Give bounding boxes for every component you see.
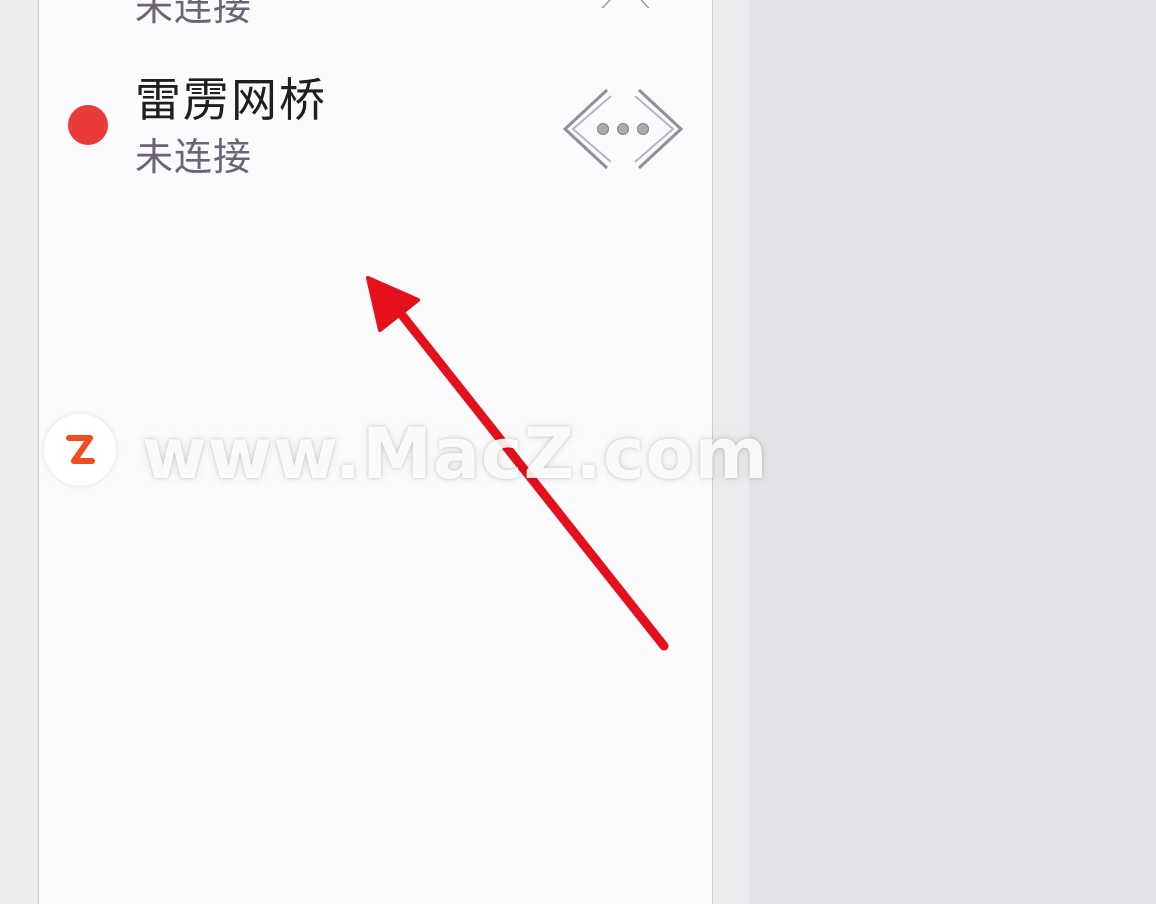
watermark-text: www.MacZ.com <box>142 413 769 495</box>
service-status: 未连接 <box>135 135 253 179</box>
list-item[interactable]: 雷雳网桥 未连接 <box>39 62 714 202</box>
network-device-icon <box>559 86 687 172</box>
left-window-edge <box>0 0 38 904</box>
network-device-icon <box>563 0 687 8</box>
previous-item-status: 未连接 <box>135 0 253 29</box>
screenshot: 未连接 雷雳网桥 未连接 www.MacZ.com <box>0 0 1156 904</box>
watermark: www.MacZ.com <box>44 412 767 496</box>
status-dot <box>68 105 108 145</box>
watermark-logo-icon <box>44 414 116 486</box>
detail-panel <box>749 0 1156 904</box>
service-name: 雷雳网桥 <box>135 73 327 127</box>
